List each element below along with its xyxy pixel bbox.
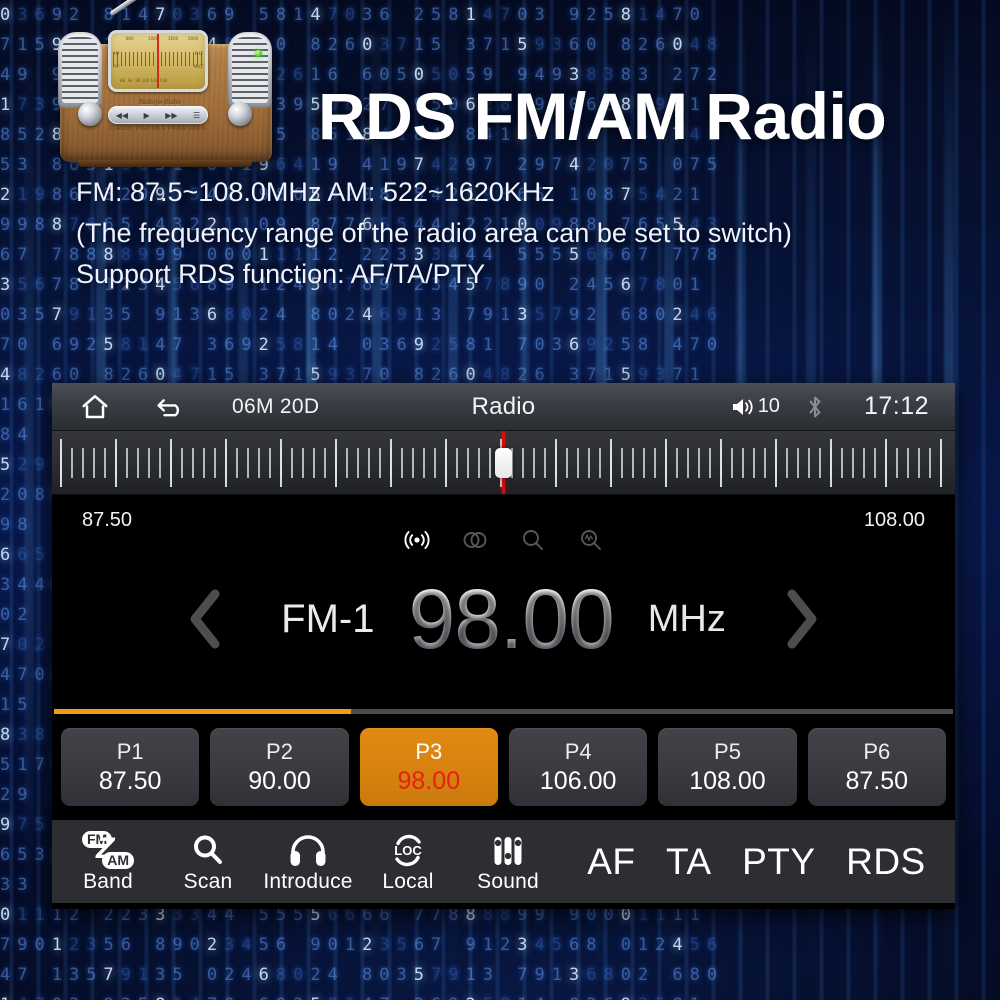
menu-icon: ☰ (193, 110, 201, 120)
preset-name: P3 (415, 738, 443, 764)
preset-button-p2[interactable]: P2 90.00 (210, 728, 349, 806)
radio-dial: 800 1000 1600 2000 AM FM KHZ MHZ 88 92 9… (108, 30, 208, 92)
toolbar-button-af[interactable]: AF (587, 841, 635, 883)
radio-feet (78, 160, 252, 167)
toolbar-item-introduce[interactable]: Introduce (258, 829, 358, 894)
tuning-ruler[interactable] (52, 431, 955, 495)
hero-line-frequency-range: FM: 87.5~108.0MHz AM: 522~1620KHz (76, 177, 555, 207)
loc-icon: LOC (389, 829, 427, 869)
toolbar-text-buttons: AF TA PTY RDS (558, 841, 949, 883)
toolbar-label-local: Local (382, 870, 434, 893)
equalizer-icon (490, 829, 526, 869)
bottom-toolbar: FM Z AM Band Scan Introduce LOC Local So… (52, 819, 955, 903)
frequency-unit: MHz (647, 597, 726, 640)
mode-icon-row (52, 525, 955, 555)
frequency-value: 98.00 (408, 572, 615, 666)
preset-button-p1[interactable]: P1 87.50 (61, 728, 200, 806)
search-icon[interactable] (518, 525, 548, 555)
cabinet-text: CLASSIC PORTABLE FM/AM RADIO (109, 126, 207, 132)
preset-name: P6 (863, 738, 891, 764)
toolbar-label-sound: Sound (477, 870, 539, 893)
search-icon (191, 829, 225, 869)
radio-button-bar: ◀◀ ▶ ▶▶ ☰ (108, 106, 208, 124)
head-unit-screen: 06M 20D Radio 10 17:12 87.50 108.00 FM-1… (52, 383, 955, 909)
speaker-grille-right (228, 32, 272, 108)
toolbar-label-scan: Scan (183, 870, 233, 893)
status-clock: 17:12 (863, 392, 929, 420)
toolbar-button-pty[interactable]: PTY (742, 841, 815, 883)
scan-progress-bar (54, 709, 953, 714)
preset-frequency: 106.00 (539, 766, 617, 795)
volume-knob (78, 102, 102, 126)
toolbar-label-band: Band (83, 870, 133, 893)
volume-indicator[interactable]: 10 (730, 395, 780, 419)
preset-button-p5[interactable]: P5 108.00 (658, 728, 797, 806)
toolbar-item-sound[interactable]: Sound (458, 829, 558, 894)
volume-icon (732, 398, 753, 415)
hero-description: FM: 87.5~108.0MHz AM: 522~1620KHz (The f… (76, 172, 986, 295)
tuning-knob (228, 102, 252, 126)
play-icon: ▶ (143, 110, 150, 120)
frequency-display: 87.50 108.00 FM-1 98.00 MHz (52, 495, 955, 709)
tuner-handle[interactable] (495, 448, 512, 478)
status-date: 06M 20D (232, 394, 320, 418)
toolbar-item-scan[interactable]: Scan (158, 829, 258, 894)
chevron-right-icon[interactable] (772, 580, 832, 658)
svg-text:LOC: LOC (394, 843, 422, 858)
hero-line-area-switch: (The frequency range of the radio area c… (76, 218, 792, 248)
status-bar: 06M 20D Radio 10 17:12 (52, 383, 955, 431)
home-icon[interactable] (80, 392, 110, 422)
dial-label-2000: 2000 (188, 36, 199, 41)
preset-name: P1 (116, 738, 144, 764)
power-led-icon (255, 50, 262, 57)
preset-name: P2 (266, 738, 293, 764)
volume-level: 10 (757, 395, 780, 417)
page-title: RDS FM/AM Radio (318, 79, 887, 153)
headphones-icon (288, 829, 328, 869)
speaker-grille-left (58, 32, 102, 108)
status-right-group: 10 17:12 (730, 392, 955, 421)
signal-strength-icon[interactable] (402, 525, 432, 555)
stereo-icon[interactable] (460, 525, 490, 555)
toolbar-button-rds[interactable]: RDS (846, 841, 926, 883)
preset-row: P1 87.50 P2 90.00 P3 98.00 P4 106.00 P5 108.00 P6 8… (52, 714, 955, 819)
preset-button-p4[interactable]: P4 106.00 (508, 728, 648, 806)
chevron-left-icon[interactable] (175, 580, 235, 658)
toolbar-item-local[interactable]: LOC Local (358, 829, 458, 894)
preset-frequency: 108.00 (689, 766, 766, 795)
search-wave-icon[interactable] (576, 525, 606, 555)
vintage-radio-illustration: 800 1000 1600 2000 AM FM KHZ MHZ 88 92 9… (52, 0, 278, 167)
preset-frequency: 90.00 (248, 766, 311, 795)
rewind-icon: ◀◀ (115, 110, 129, 120)
fm-am-band-icon: FM Z AM (82, 829, 134, 869)
preset-name: P5 (714, 738, 741, 764)
bluetooth-icon (806, 394, 824, 420)
toolbar-item-band[interactable]: FM Z AM Band (58, 829, 158, 894)
hero-line-rds-support: Support RDS function: AF/TA/PTY (76, 259, 486, 289)
page-root: 03692 81470369 58147036 25814703 9258147… (0, 0, 1000, 1000)
band-label: FM-1 (281, 596, 375, 641)
preset-name: P4 (564, 738, 592, 764)
preset-frequency: 87.50 (845, 766, 909, 795)
preset-frequency: 98.00 (397, 766, 461, 795)
dial-label-1600: 1600 (168, 36, 179, 41)
preset-button-p6[interactable]: P6 87.50 (807, 728, 946, 806)
frequency-row: FM-1 98.00 MHz (52, 577, 955, 661)
dial-label-800: 800 (126, 36, 134, 41)
preset-button-p3[interactable]: P3 98.00 (359, 728, 498, 806)
toolbar-label-introduce: Introduce (263, 870, 353, 893)
scan-progress-fill (54, 709, 351, 714)
radio-brand-script: Radiofm Radio (138, 98, 182, 106)
toolbar-button-ta[interactable]: TA (666, 841, 712, 883)
preset-frequency: 87.50 (98, 766, 162, 795)
back-icon[interactable] (154, 392, 186, 422)
forward-icon: ▶▶ (165, 110, 178, 120)
